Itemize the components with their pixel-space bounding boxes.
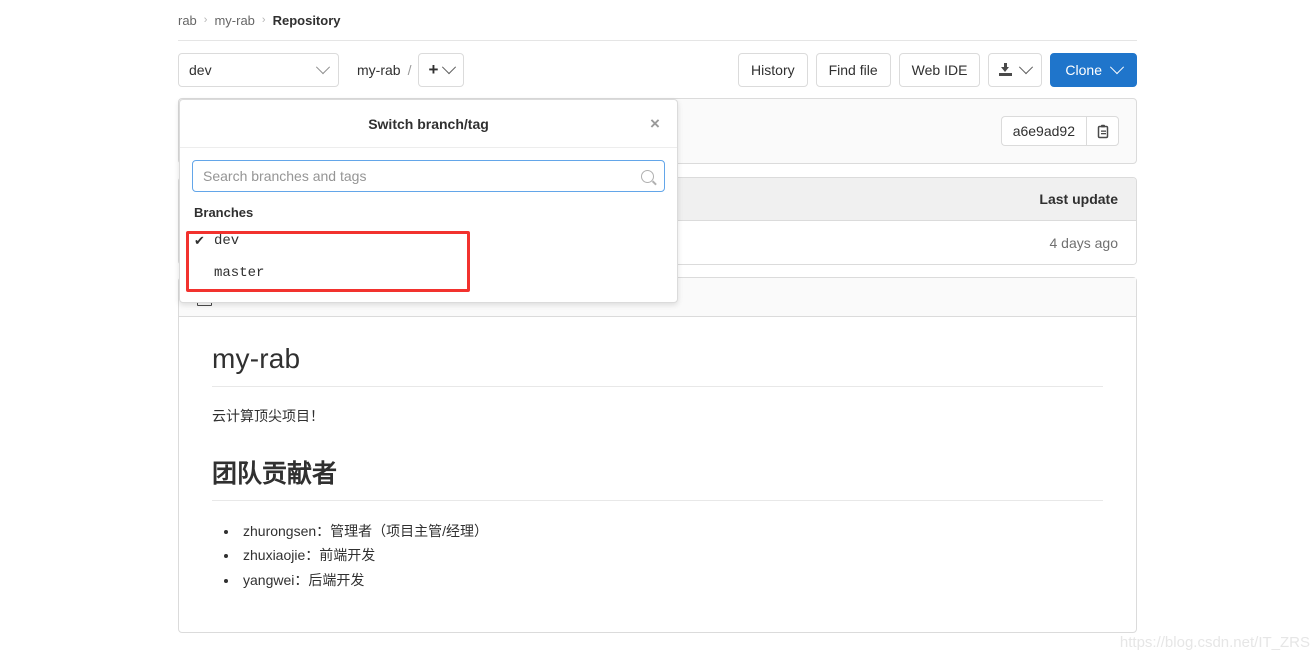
close-icon[interactable]: × [646,114,664,133]
clone-button[interactable]: Clone [1050,52,1137,87]
readme-title: my-rab [212,343,1103,387]
readme-body: my-rab 云计算顶尖项目！ 团队贡献者 zhurongsen：管理者（项目主… [179,317,1136,632]
dropdown-section-branches-label: Branches [194,205,254,220]
breadcrumb-separator-icon: › [203,14,208,26]
column-header-last-update: Last update [1039,191,1118,207]
branch-selector-value: dev [189,61,212,78]
dropdown-title: Switch branch/tag [368,115,489,132]
list-item: yangwei：后端开发 [239,568,1103,592]
dropdown-search-wrapper: Search branches and tags [180,148,677,192]
commit-sha: a6e9ad92 [1000,116,1086,146]
search-input[interactable]: Search branches and tags [192,160,665,192]
branch-item-master[interactable]: master [180,257,677,289]
repo-path: my-rab / [357,62,418,78]
history-button[interactable]: History [738,52,808,87]
breadcrumb-separator-icon: › [261,14,266,26]
branch-list: ✔ dev master [180,225,677,302]
search-icon [641,169,654,183]
readme-intro: 云计算顶尖项目！ [212,408,324,424]
toolbar-right-group: History Find file Web IDE Clone [730,52,1137,87]
row-last-update: 4 days ago [1049,234,1119,251]
readme-section-heading: 团队贡献者 [212,454,1103,502]
chevron-down-icon [1019,59,1034,74]
repository-page: rab › my-rab › Repository dev my-rab / + … [178,0,1137,633]
switch-branch-dropdown: Switch branch/tag × Search branches and … [179,99,678,303]
chevron-down-icon [442,59,457,74]
add-to-tree-button[interactable]: + [418,52,465,87]
readme-card: README.md my-rab 云计算顶尖项目！ 团队贡献者 zhurongs… [178,277,1137,633]
branch-item-label: master [214,265,265,281]
breadcrumb-item-repository: Repository [272,12,341,28]
download-icon [999,63,1013,76]
watermark: https://blog.csdn.net/IT_ZRS [1119,634,1310,651]
list-item: zhuxiaojie：前端开发 [239,543,1103,567]
path-separator: / [407,61,412,78]
list-item: zhurongsen：管理者（项目主管/经理） [239,519,1103,543]
copy-commit-sha-button[interactable] [1086,116,1119,146]
search-input-placeholder: Search branches and tags [203,168,367,184]
branch-selector[interactable]: dev [178,52,339,87]
toolbar-left-group: dev my-rab / + [178,52,465,87]
branch-item-label: dev [214,233,240,249]
check-icon: ✔ [194,233,205,248]
commit-sha-group: a6e9ad92 [1000,116,1119,146]
download-button[interactable] [988,52,1043,87]
breadcrumb-item-project[interactable]: my-rab [214,13,254,28]
breadcrumb-item-group[interactable]: rab [178,13,197,28]
repository-toolbar: dev my-rab / + History Find file Web IDE … [178,41,1137,98]
contributors-list: zhurongsen：管理者（项目主管/经理） zhuxiaojie：前端开发 … [212,519,1103,591]
breadcrumb: rab › my-rab › Repository [178,0,1137,41]
clipboard-icon [1097,124,1108,138]
find-file-button[interactable]: Find file [815,52,891,87]
dropdown-header: Switch branch/tag × [180,100,677,148]
repo-path-name: my-rab [357,61,401,78]
clone-button-label: Clone [1065,61,1102,78]
branch-item-dev[interactable]: ✔ dev [180,225,677,257]
chevron-down-icon [1109,59,1125,74]
plus-icon: + [428,60,439,79]
web-ide-button[interactable]: Web IDE [898,52,981,87]
chevron-down-icon [315,59,331,74]
